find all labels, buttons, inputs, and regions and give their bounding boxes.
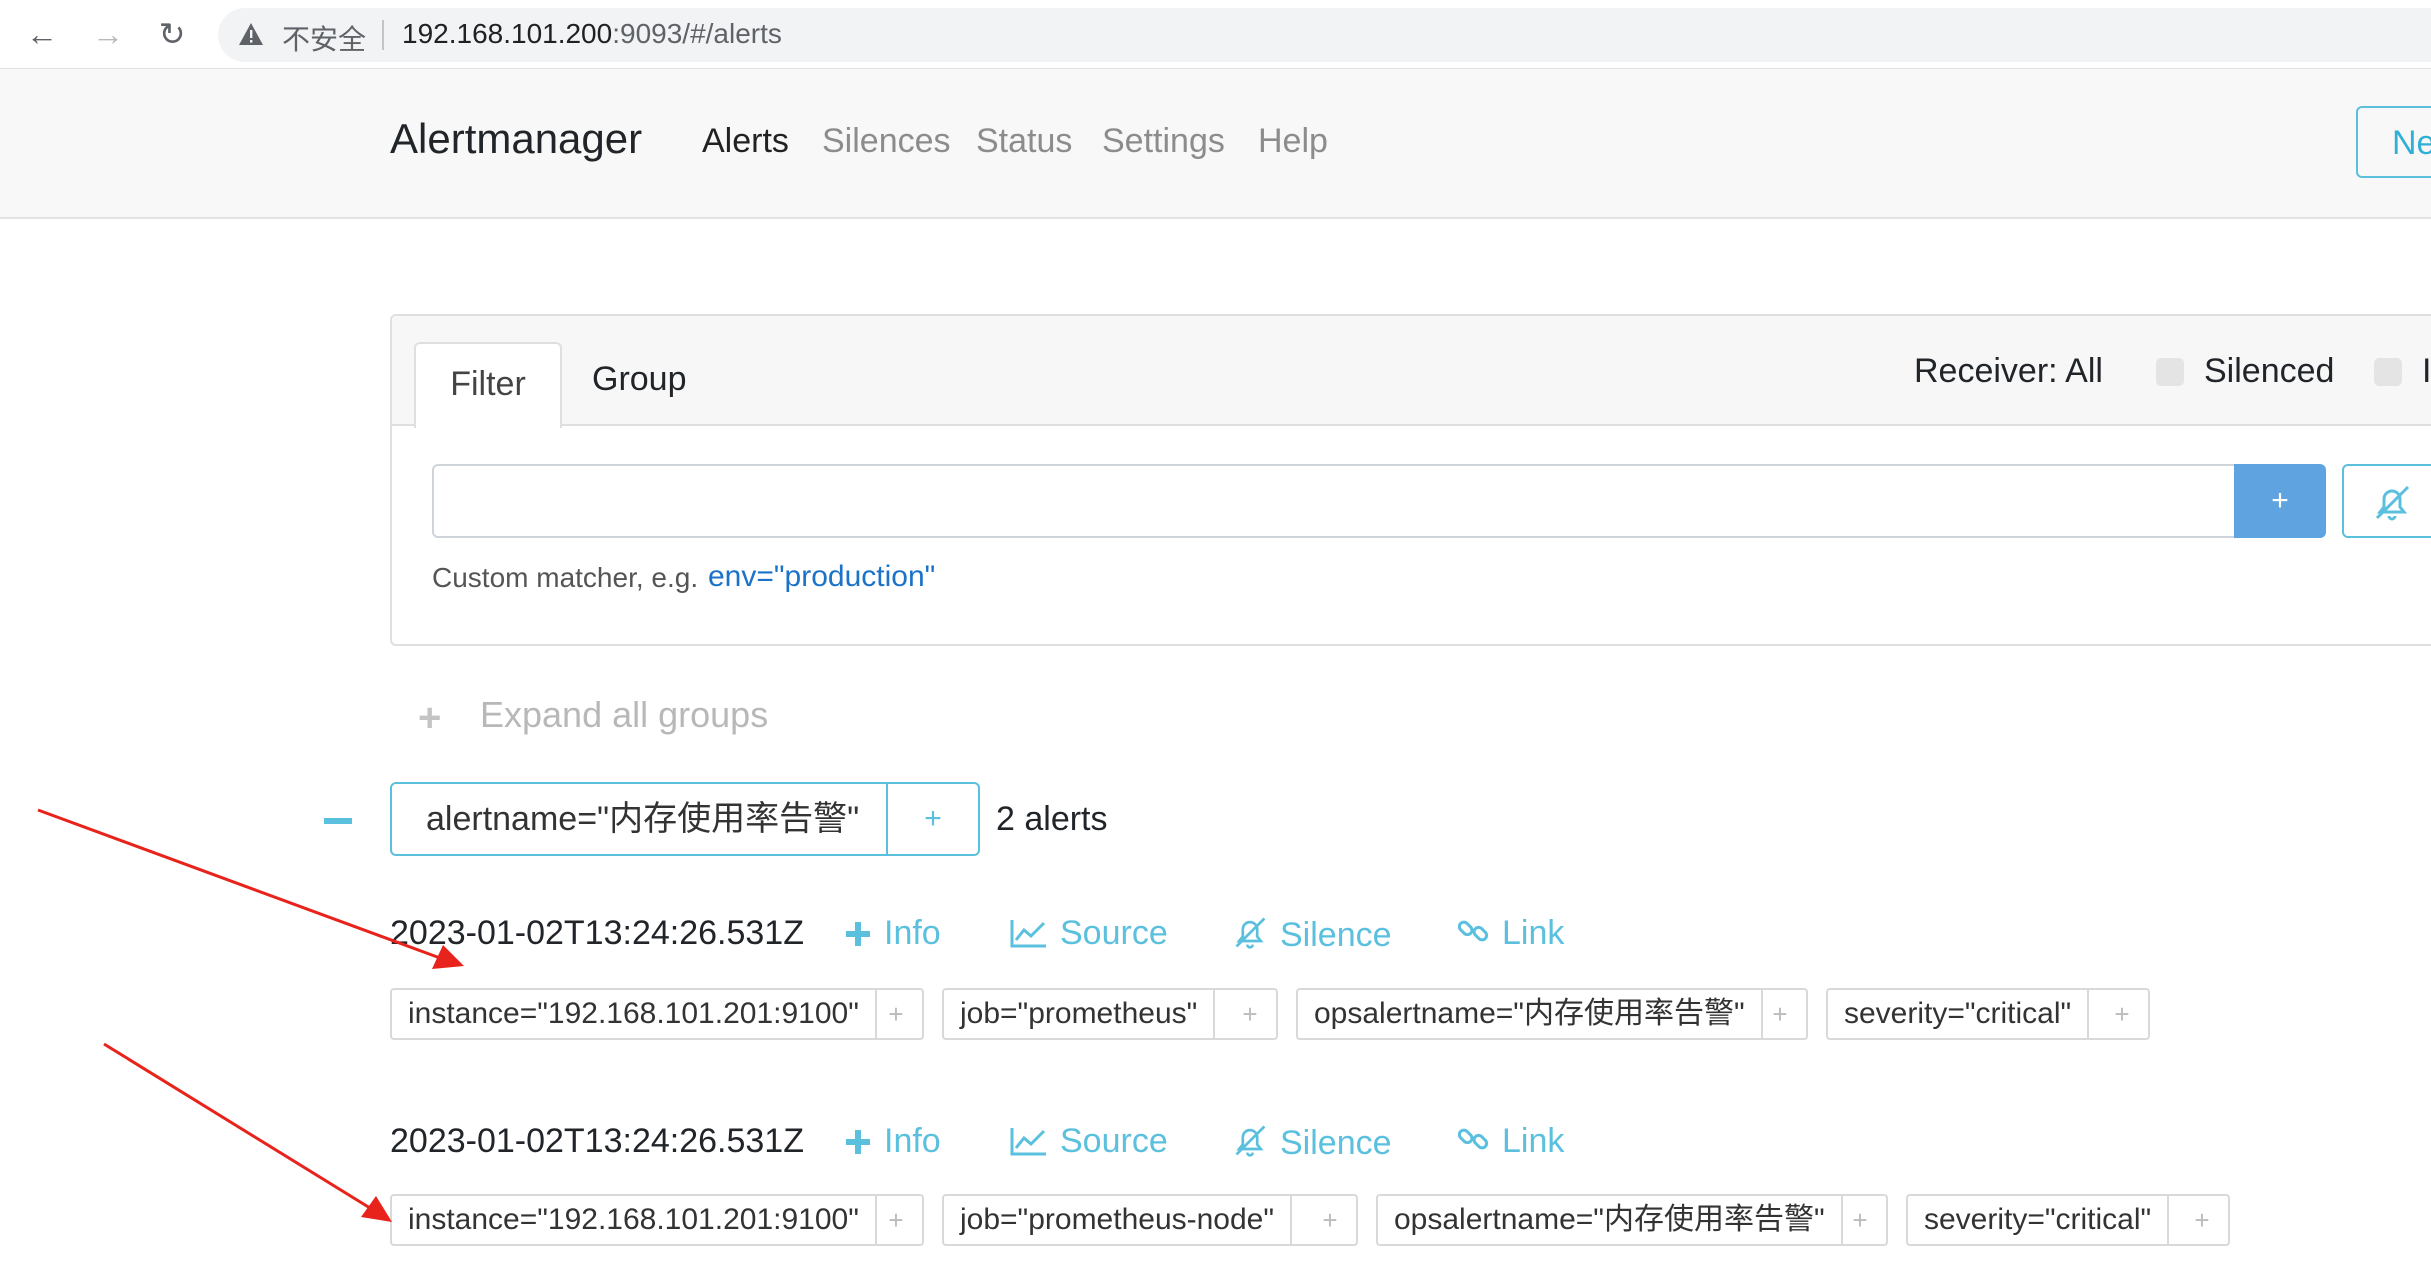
filter-input[interactable] — [432, 464, 2236, 538]
label-add-button[interactable]: + — [2096, 990, 2148, 1038]
group-label[interactable]: alertname="内存使用率告警" — [390, 782, 888, 856]
info-label: Info — [884, 1122, 941, 1160]
inhibited-checkbox[interactable] — [2374, 358, 2402, 386]
label-text: job="prometheus-node" — [944, 1196, 1293, 1244]
label-matcher[interactable]: severity="critical" + — [1906, 1194, 2230, 1246]
label-matcher[interactable]: severity="critical" + — [1826, 988, 2150, 1040]
alert-count: 2 alerts — [996, 800, 1108, 838]
brand-title[interactable]: Alertmanager — [390, 115, 642, 163]
link-label: Link — [1502, 1122, 1565, 1160]
label-add-button[interactable]: + — [870, 1196, 922, 1244]
security-label: 不安全 — [282, 23, 367, 56]
label-add-button[interactable]: + — [1834, 1196, 1886, 1244]
source-button[interactable]: Source — [1010, 1122, 1168, 1161]
nav-alerts[interactable]: Alerts — [702, 122, 789, 161]
tab-group[interactable]: Group — [592, 360, 687, 399]
label-matcher[interactable]: opsalertname="内存使用率告警" + — [1376, 1194, 1888, 1246]
expand-plus-icon[interactable]: + — [418, 696, 441, 741]
collapse-group-icon[interactable] — [324, 818, 352, 824]
url-path: :9093/#/alerts — [612, 18, 782, 49]
link-button[interactable]: Link — [1456, 914, 1564, 953]
filter-card-header: Filter Group Receiver: All Silenced I — [392, 316, 2431, 428]
silenced-label: Silenced — [2204, 352, 2335, 390]
label-text: job="prometheus" — [944, 990, 1216, 1038]
label-matcher[interactable]: instance="192.168.101.201:9100" + — [390, 1194, 924, 1246]
plus-icon — [846, 922, 870, 946]
info-label: Info — [884, 914, 941, 952]
warning-icon — [239, 23, 263, 45]
link-button[interactable]: Link — [1456, 1122, 1564, 1161]
nav-status[interactable]: Status — [976, 122, 1072, 161]
info-button[interactable]: Info — [844, 1122, 941, 1161]
nav-settings[interactable]: Settings — [1102, 122, 1225, 161]
tab-filter[interactable]: Filter — [414, 342, 562, 428]
label-text: severity="critical" — [1908, 1196, 2170, 1244]
add-filter-button[interactable]: + — [2234, 464, 2326, 538]
silence-button[interactable]: Silence — [1232, 1122, 1392, 1163]
source-label: Source — [1060, 914, 1168, 952]
label-text: instance="192.168.101.201:9100" — [392, 990, 877, 1038]
expand-all-groups-button[interactable]: Expand all groups — [480, 694, 768, 736]
label-matcher[interactable]: instance="192.168.101.201:9100" + — [390, 988, 924, 1040]
alert-timestamp: 2023-01-02T13:24:26.531Z — [390, 914, 804, 952]
silence-label: Silence — [1280, 1124, 1392, 1162]
bell-slash-icon — [2375, 485, 2410, 521]
filter-hint-example[interactable]: env="production" — [708, 560, 935, 594]
line-chart-icon — [1010, 1128, 1046, 1156]
filter-card: Filter Group Receiver: All Silenced I + … — [390, 314, 2431, 646]
address-bar[interactable]: 不安全 192.168.101.200:9093/#/alerts — [218, 8, 2431, 62]
annotation-arrow — [103, 1042, 392, 1222]
app-navbar: Alertmanager Alerts Silences Status Sett… — [0, 69, 2431, 219]
nav-help[interactable]: Help — [1258, 122, 1328, 161]
label-text: severity="critical" — [1828, 990, 2090, 1038]
url-text: 192.168.101.200:9093/#/alerts — [402, 18, 782, 50]
nav-silences[interactable]: Silences — [822, 122, 951, 161]
line-chart-icon — [1010, 920, 1046, 948]
silence-label: Silence — [1280, 916, 1392, 954]
reload-icon[interactable]: ↻ — [152, 14, 192, 54]
label-text: opsalertname="内存使用率告警" — [1298, 990, 1763, 1038]
label-add-button[interactable]: + — [2176, 1196, 2228, 1244]
group-add-filter-button[interactable]: + — [888, 782, 980, 856]
source-label: Source — [1060, 1122, 1168, 1160]
inhibited-label: I — [2422, 352, 2431, 390]
label-add-button[interactable]: + — [1754, 990, 1806, 1038]
silence-filter-button[interactable] — [2342, 464, 2431, 538]
label-add-button[interactable]: + — [1304, 1196, 1356, 1244]
label-matcher[interactable]: job="prometheus-node" + — [942, 1194, 1358, 1246]
plus-icon — [846, 1130, 870, 1154]
silence-button[interactable]: Silence — [1232, 914, 1392, 955]
silenced-checkbox[interactable] — [2156, 358, 2184, 386]
source-button[interactable]: Source — [1010, 914, 1168, 953]
url-separator — [382, 20, 384, 50]
filter-hint: Custom matcher, e.g. — [432, 562, 699, 593]
label-add-button[interactable]: + — [1224, 990, 1276, 1038]
forward-arrow-icon[interactable]: → — [88, 14, 128, 54]
back-arrow-icon[interactable]: ← — [22, 14, 62, 54]
link-icon — [1457, 920, 1489, 942]
bell-slash-icon — [1235, 1125, 1266, 1157]
label-text: instance="192.168.101.201:9100" — [392, 1196, 877, 1244]
link-label: Link — [1502, 914, 1565, 952]
alert-timestamp: 2023-01-02T13:24:26.531Z — [390, 1122, 804, 1160]
url-host: 192.168.101.200 — [402, 18, 613, 49]
info-button[interactable]: Info — [844, 914, 941, 953]
browser-toolbar: ← → ↻ 不安全 192.168.101.200:9093/#/alerts — [0, 0, 2431, 69]
label-add-button[interactable]: + — [870, 990, 922, 1038]
label-matcher[interactable]: opsalertname="内存使用率告警" + — [1296, 988, 1808, 1040]
label-matcher[interactable]: job="prometheus" + — [942, 988, 1278, 1040]
label-text: opsalertname="内存使用率告警" — [1378, 1196, 1843, 1244]
new-silence-button[interactable]: Ne — [2356, 106, 2431, 178]
link-icon — [1457, 1128, 1489, 1150]
bell-slash-icon — [1235, 917, 1266, 949]
receiver-select[interactable]: Receiver: All — [1914, 352, 2103, 391]
